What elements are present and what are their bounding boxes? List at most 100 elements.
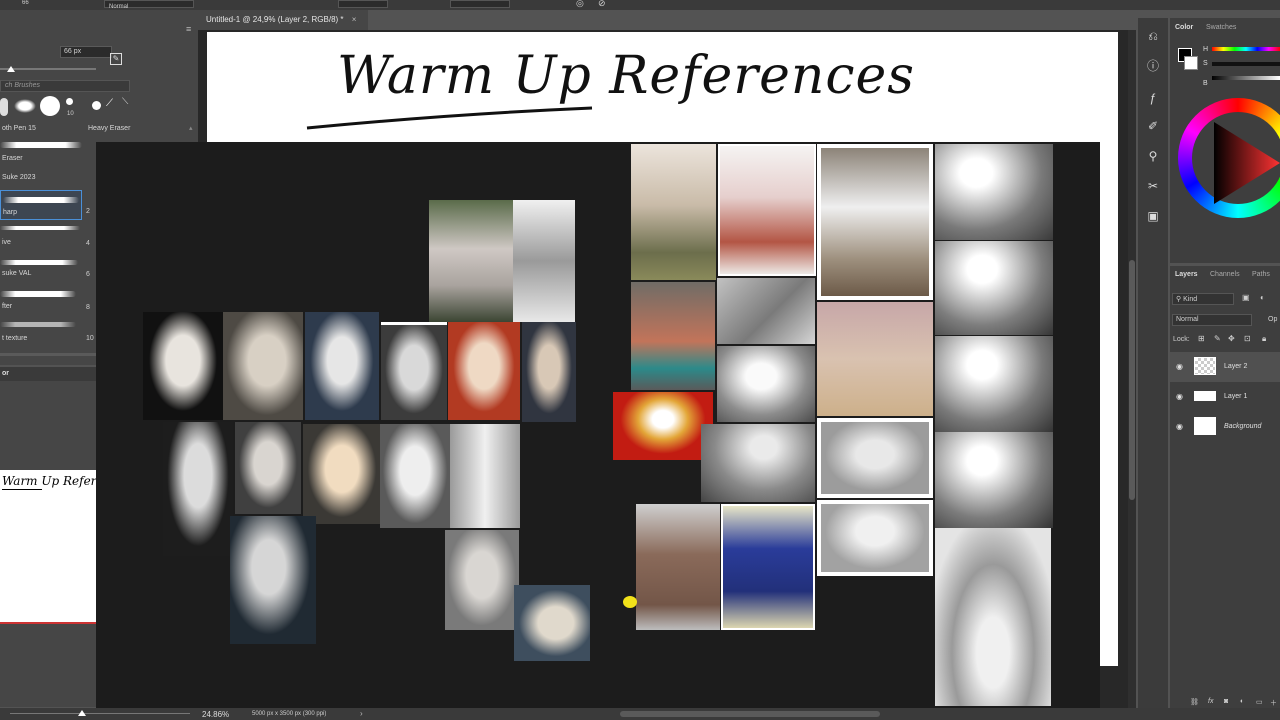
tab-channels[interactable]: Channels xyxy=(1210,271,1240,278)
navigator-thumbnail[interactable]: Warm Up Refer xyxy=(0,470,96,624)
layer-blend-mode-select[interactable]: Normal xyxy=(1172,314,1252,326)
layer-blend-mode-value: Normal xyxy=(1176,316,1199,323)
navigator-tab[interactable]: or xyxy=(2,370,9,377)
tools-icon[interactable]: ✂ xyxy=(1145,178,1161,194)
color-boxes-image xyxy=(817,302,933,416)
brightness-label: B xyxy=(1203,80,1208,87)
brush-tip-preset[interactable]: ⟋ xyxy=(106,98,122,114)
layer-filter-select[interactable]: ⚲ Kind xyxy=(1172,293,1234,305)
brush-name: t texture xyxy=(2,335,28,342)
still-life-bottle-image xyxy=(631,144,716,280)
hue-label: H xyxy=(1203,46,1209,53)
brush-search-input[interactable]: ch Brushes xyxy=(0,80,130,92)
thumb-underline xyxy=(2,489,42,490)
document-info[interactable]: 5000 px x 3500 px (300 ppi) xyxy=(252,711,326,717)
lock-paint-icon[interactable]: ✎ xyxy=(1214,334,1221,343)
jug-fruit-image xyxy=(817,418,933,498)
status-bar: 24.86% 5000 px x 3500 px (300 ppi) › xyxy=(0,708,1280,720)
angle-icon[interactable]: ◎ xyxy=(576,0,584,9)
david-bust-image xyxy=(305,312,379,420)
lock-pixels-icon[interactable]: ⊞ xyxy=(1198,334,1205,343)
size-slider-handle[interactable] xyxy=(7,66,15,72)
flow-field[interactable] xyxy=(450,0,510,8)
brush-settings-icon[interactable]: ✐ xyxy=(1145,118,1161,134)
layer-comps-icon[interactable]: ▣ xyxy=(1145,208,1161,224)
brightness-slider[interactable] xyxy=(1212,76,1280,80)
zoom-slider-handle[interactable] xyxy=(78,710,86,716)
tab-swatches[interactable]: Swatches xyxy=(1206,24,1236,31)
brush-tip-preset[interactable] xyxy=(0,98,8,116)
brush-name: ive xyxy=(2,239,11,246)
scroll-up-icon[interactable]: ▴ xyxy=(189,124,193,132)
folder-icon[interactable]: ▭ xyxy=(1256,698,1263,706)
eye-icon[interactable]: ◉ xyxy=(1176,422,1183,431)
tab-color[interactable]: Color xyxy=(1175,24,1193,31)
brush-edit-icon[interactable]: ✎ xyxy=(110,53,122,65)
horizontal-scroll-thumb[interactable] xyxy=(620,711,880,717)
brush-name: Suke 2023 xyxy=(2,174,36,181)
brush-search-placeholder: ch Brushes xyxy=(5,82,41,89)
eye-icon[interactable]: ◉ xyxy=(1176,392,1183,401)
opacity-field[interactable] xyxy=(338,0,388,8)
saturation-slider[interactable] xyxy=(1212,62,1280,66)
vertical-scrollbar[interactable] xyxy=(1128,30,1136,708)
standing-figure-image xyxy=(450,424,520,528)
history-icon[interactable]: ⎌ xyxy=(1145,28,1161,44)
link-icon[interactable]: ⛓ xyxy=(1190,698,1199,706)
layer-row-selected[interactable]: ◉ Layer 2 xyxy=(1170,352,1280,382)
youth-bust-image xyxy=(223,312,303,420)
lock-position-icon[interactable]: ✥ xyxy=(1228,334,1235,343)
lock-artboard-icon[interactable]: ⊡ xyxy=(1244,334,1251,343)
brush-tip-preset[interactable]: ⟍ xyxy=(122,96,128,116)
clone-source-icon[interactable]: ⚲ xyxy=(1145,148,1161,164)
tab-paths[interactable]: Paths xyxy=(1252,271,1270,278)
mask-icon[interactable]: ◙ xyxy=(1224,698,1228,705)
brush-list-item-selected[interactable]: harp xyxy=(0,190,82,220)
close-icon[interactable]: × xyxy=(352,15,357,24)
layer-row[interactable]: ◉ Background xyxy=(1170,412,1280,442)
tab-layers[interactable]: Layers xyxy=(1175,271,1198,278)
adjustment-icon[interactable]: ◐ xyxy=(1240,698,1244,705)
new-layer-icon[interactable]: ＋ xyxy=(1270,698,1277,708)
blue-drapery-image xyxy=(721,504,815,630)
brush-tip-preset[interactable] xyxy=(40,96,60,116)
zoom-level[interactable]: 24.86% xyxy=(202,710,229,719)
geometric-forms-4-image xyxy=(935,432,1053,528)
chevron-right-icon[interactable]: › xyxy=(360,709,363,718)
eye-icon[interactable]: ◉ xyxy=(1176,362,1183,371)
adjustment-filter-icon[interactable]: ◐ xyxy=(1260,293,1265,302)
heading-underline xyxy=(306,106,593,130)
layer-thumbnail xyxy=(1194,417,1216,435)
warrior-statue-image xyxy=(513,200,575,322)
hue-slider[interactable] xyxy=(1212,47,1280,51)
caesar-bust-image xyxy=(143,312,223,420)
brush-tip-preset[interactable] xyxy=(14,99,36,113)
saturation-label: S xyxy=(1203,60,1208,67)
info-icon[interactable]: ⓘ xyxy=(1145,58,1161,74)
background-color-swatch[interactable] xyxy=(1184,56,1198,70)
reference-board[interactable] xyxy=(96,142,1100,708)
brush-size-field[interactable]: 66 px xyxy=(60,46,112,58)
blend-mode-select[interactable]: Normal xyxy=(104,0,194,10)
brush-tip-preset[interactable] xyxy=(92,101,101,110)
image-filter-icon[interactable]: ▣ xyxy=(1242,293,1250,302)
panel-menu-icon[interactable]: ≡ xyxy=(186,24,191,34)
red-torso-image xyxy=(448,322,520,420)
female-torso-image xyxy=(445,530,519,630)
layer-thumbnail xyxy=(1194,391,1216,401)
fx-icon[interactable]: fx xyxy=(1208,698,1213,705)
saturation-triangle[interactable] xyxy=(1210,118,1280,208)
layers-footer: ⛓ fx ◙ ◐ ▭ ＋ xyxy=(1170,698,1280,708)
layer-row[interactable]: ◉ Layer 1 xyxy=(1170,382,1280,412)
vertical-scroll-thumb[interactable] xyxy=(1129,260,1135,500)
pressure-icon[interactable]: ⊘ xyxy=(598,0,606,9)
brush-size: 6 xyxy=(86,271,90,278)
lemon-image xyxy=(623,596,637,608)
female-head-image xyxy=(235,422,301,514)
zoom-slider-track[interactable] xyxy=(10,713,190,714)
document-tab[interactable]: Untitled-1 @ 24,9% (Layer 2, RGB/8) * × xyxy=(198,10,368,30)
brush-list-item[interactable]: oth Pen 15 Heavy Eraser ▴ xyxy=(0,123,198,137)
adjustments-icon[interactable]: ƒ xyxy=(1145,90,1161,106)
lock-all-icon[interactable]: 🔒︎ xyxy=(1262,334,1266,344)
brush-tip-preset[interactable] xyxy=(66,98,73,105)
